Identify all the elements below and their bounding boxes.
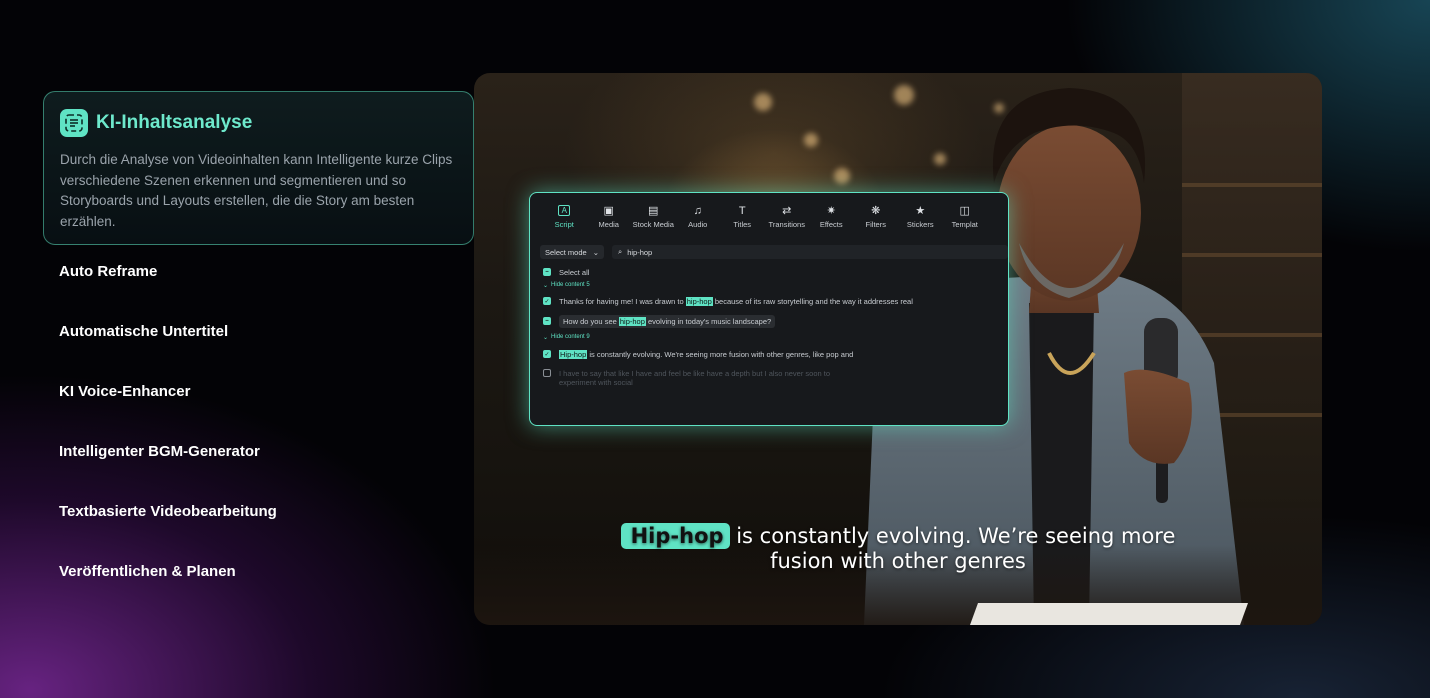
tab-label: Titles xyxy=(733,220,752,229)
select-all-row[interactable]: – Select all xyxy=(543,265,1008,279)
effects-icon: ✷ xyxy=(826,205,836,217)
script-line-text: I have to say that like I have and feel … xyxy=(559,369,830,387)
checkbox-line[interactable]: ✓ xyxy=(543,297,551,305)
search-input[interactable]: ⌕ hip-hop xyxy=(612,245,1008,259)
tab-label: Stickers xyxy=(906,220,934,229)
tab-filters[interactable]: ❋ Filters xyxy=(854,205,899,237)
text-scan-icon xyxy=(60,109,88,137)
music-note-icon: ♫ xyxy=(693,204,702,217)
mode-select[interactable]: Select mode ⌄ xyxy=(540,245,604,259)
script-icon: A xyxy=(558,205,571,216)
hide-content-toggle[interactable]: ⌄ Hide content 5 xyxy=(543,279,1008,291)
script-line[interactable]: ✓ Hip-hop is constantly evolving. We're … xyxy=(543,343,1008,365)
checkbox-line[interactable]: – xyxy=(543,317,551,325)
transitions-icon: ⇄ xyxy=(782,205,792,217)
chevron-down-icon: ⌄ xyxy=(592,247,599,257)
feature-item-ki-voice-enhancer[interactable]: KI Voice-Enhancer xyxy=(43,365,474,425)
search-highlight: Hip-hop xyxy=(559,349,588,359)
feature-item-textbasierte-videobearbeitung[interactable]: Textbasierte Videobearbeitung xyxy=(43,485,474,545)
tab-label: Effects xyxy=(819,220,843,229)
stock-media-icon: ▤ xyxy=(648,205,659,217)
tab-label: Templat xyxy=(951,220,978,229)
feature-item-veroeffentlichen-planen[interactable]: Veröffentlichen & Planen xyxy=(43,545,474,605)
tab-label: Audio xyxy=(688,220,708,229)
titles-icon: T xyxy=(738,204,746,217)
search-highlight: hip-hop xyxy=(685,296,713,306)
tab-stock-media[interactable]: ▤ Stock Media xyxy=(631,205,676,237)
subtitle-line1-text: is constantly evolving. We’re seeing mor… xyxy=(736,524,1176,548)
tab-media[interactable]: ▣ Media xyxy=(587,205,632,237)
text-segment: because of its raw storytelling and the … xyxy=(712,296,913,306)
tab-label: Media xyxy=(598,220,619,229)
feature-item-auto-reframe[interactable]: Auto Reframe xyxy=(43,245,474,305)
feature-card-ki-inhaltsanalyse[interactable]: KI-Inhaltsanalyse Durch die Analyse von … xyxy=(43,91,474,245)
paper-sheet xyxy=(969,603,1249,625)
text-segment: is constantly evolving. We're seeing mor… xyxy=(587,349,854,359)
stickers-icon: ★ xyxy=(915,205,926,217)
script-line[interactable]: – How do you see hip-hop evolving in tod… xyxy=(543,311,1008,331)
text-segment: I have to say that like I have and feel … xyxy=(559,369,831,378)
feature-card-title: KI-Inhaltsanalyse xyxy=(96,112,253,133)
feature-item-automatische-untertitel[interactable]: Automatische Untertitel xyxy=(43,305,474,365)
mode-select-value: Select mode xyxy=(545,247,587,257)
chevron-down-icon: ⌄ xyxy=(543,334,549,341)
bokeh-light xyxy=(754,93,772,111)
feature-list: KI-Inhaltsanalyse Durch die Analyse von … xyxy=(43,91,474,605)
filters-icon: ❋ xyxy=(871,205,881,217)
editor-toolbar: A Script ▣ Media ▤ Stock Media ♫ Audio T… xyxy=(530,193,1008,237)
script-line[interactable]: ✓ Thanks for having me! I was drawn to h… xyxy=(543,291,1008,311)
search-input-value: hip-hop xyxy=(627,247,653,257)
tab-label: Transitions xyxy=(768,220,805,229)
script-line-text: Hip-hop is constantly evolving. We're se… xyxy=(559,349,854,359)
video-subtitle: Hip-hop is constantly evolving. We’re se… xyxy=(474,523,1322,574)
script-editor-window: A Script ▣ Media ▤ Stock Media ♫ Audio T… xyxy=(529,192,1009,426)
filter-row: Select mode ⌄ ⌕ hip-hop xyxy=(530,237,1008,259)
text-segment: Thanks for having me! I was drawn to xyxy=(559,296,686,306)
text-segment: How do you see xyxy=(563,316,619,326)
tab-label: Script xyxy=(554,220,574,229)
checkbox-select-all[interactable]: – xyxy=(543,268,551,276)
script-line[interactable]: I have to say that like I have and feel … xyxy=(543,365,1008,387)
script-line-text: Thanks for having me! I was drawn to hip… xyxy=(559,296,913,306)
text-segment: experiment with social xyxy=(559,378,633,387)
hide-content-toggle[interactable]: ⌄ Hide content 9 xyxy=(543,331,1008,343)
checkbox-line[interactable]: ✓ xyxy=(543,350,551,358)
script-list: – Select all ⌄ Hide content 5 ✓ Thanks f… xyxy=(530,259,1008,387)
select-all-label: Select all xyxy=(559,267,590,277)
bokeh-light xyxy=(804,133,818,147)
script-line-text: How do you see hip-hop evolving in today… xyxy=(559,314,776,328)
chevron-down-icon: ⌄ xyxy=(543,282,549,289)
feature-item-bgm-generator[interactable]: Intelligenter BGM-Generator xyxy=(43,425,474,485)
tab-effects[interactable]: ✷ Effects xyxy=(809,205,854,237)
search-highlight: hip-hop xyxy=(618,316,646,326)
subtitle-highlight: Hip-hop xyxy=(620,523,730,549)
feature-card-description: Durch die Analyse von Videoinhalten kann… xyxy=(60,152,453,229)
templates-icon: ◫ xyxy=(959,205,970,217)
tab-label: Filters xyxy=(865,220,886,229)
tab-titles[interactable]: T Titles xyxy=(720,205,765,237)
checkbox-line[interactable] xyxy=(543,369,551,377)
hide-content-label: Hide content 5 xyxy=(551,282,590,288)
media-icon: ▣ xyxy=(603,205,614,217)
tab-audio[interactable]: ♫ Audio xyxy=(676,205,721,237)
hide-content-label: Hide content 9 xyxy=(551,334,590,340)
tab-transitions[interactable]: ⇄ Transitions xyxy=(765,205,810,237)
tab-templates[interactable]: ◫ Templat xyxy=(943,205,988,237)
feature-card-header: KI-Inhaltsanalyse xyxy=(60,108,457,138)
subtitle-line2-text: fusion with other genres xyxy=(770,549,1026,573)
tab-stickers[interactable]: ★ Stickers xyxy=(898,205,943,237)
text-segment: evolving in today's music landscape? xyxy=(645,316,772,326)
tab-script[interactable]: A Script xyxy=(542,205,587,237)
tab-label: Stock Media xyxy=(632,220,674,229)
search-icon: ⌕ xyxy=(618,247,623,256)
